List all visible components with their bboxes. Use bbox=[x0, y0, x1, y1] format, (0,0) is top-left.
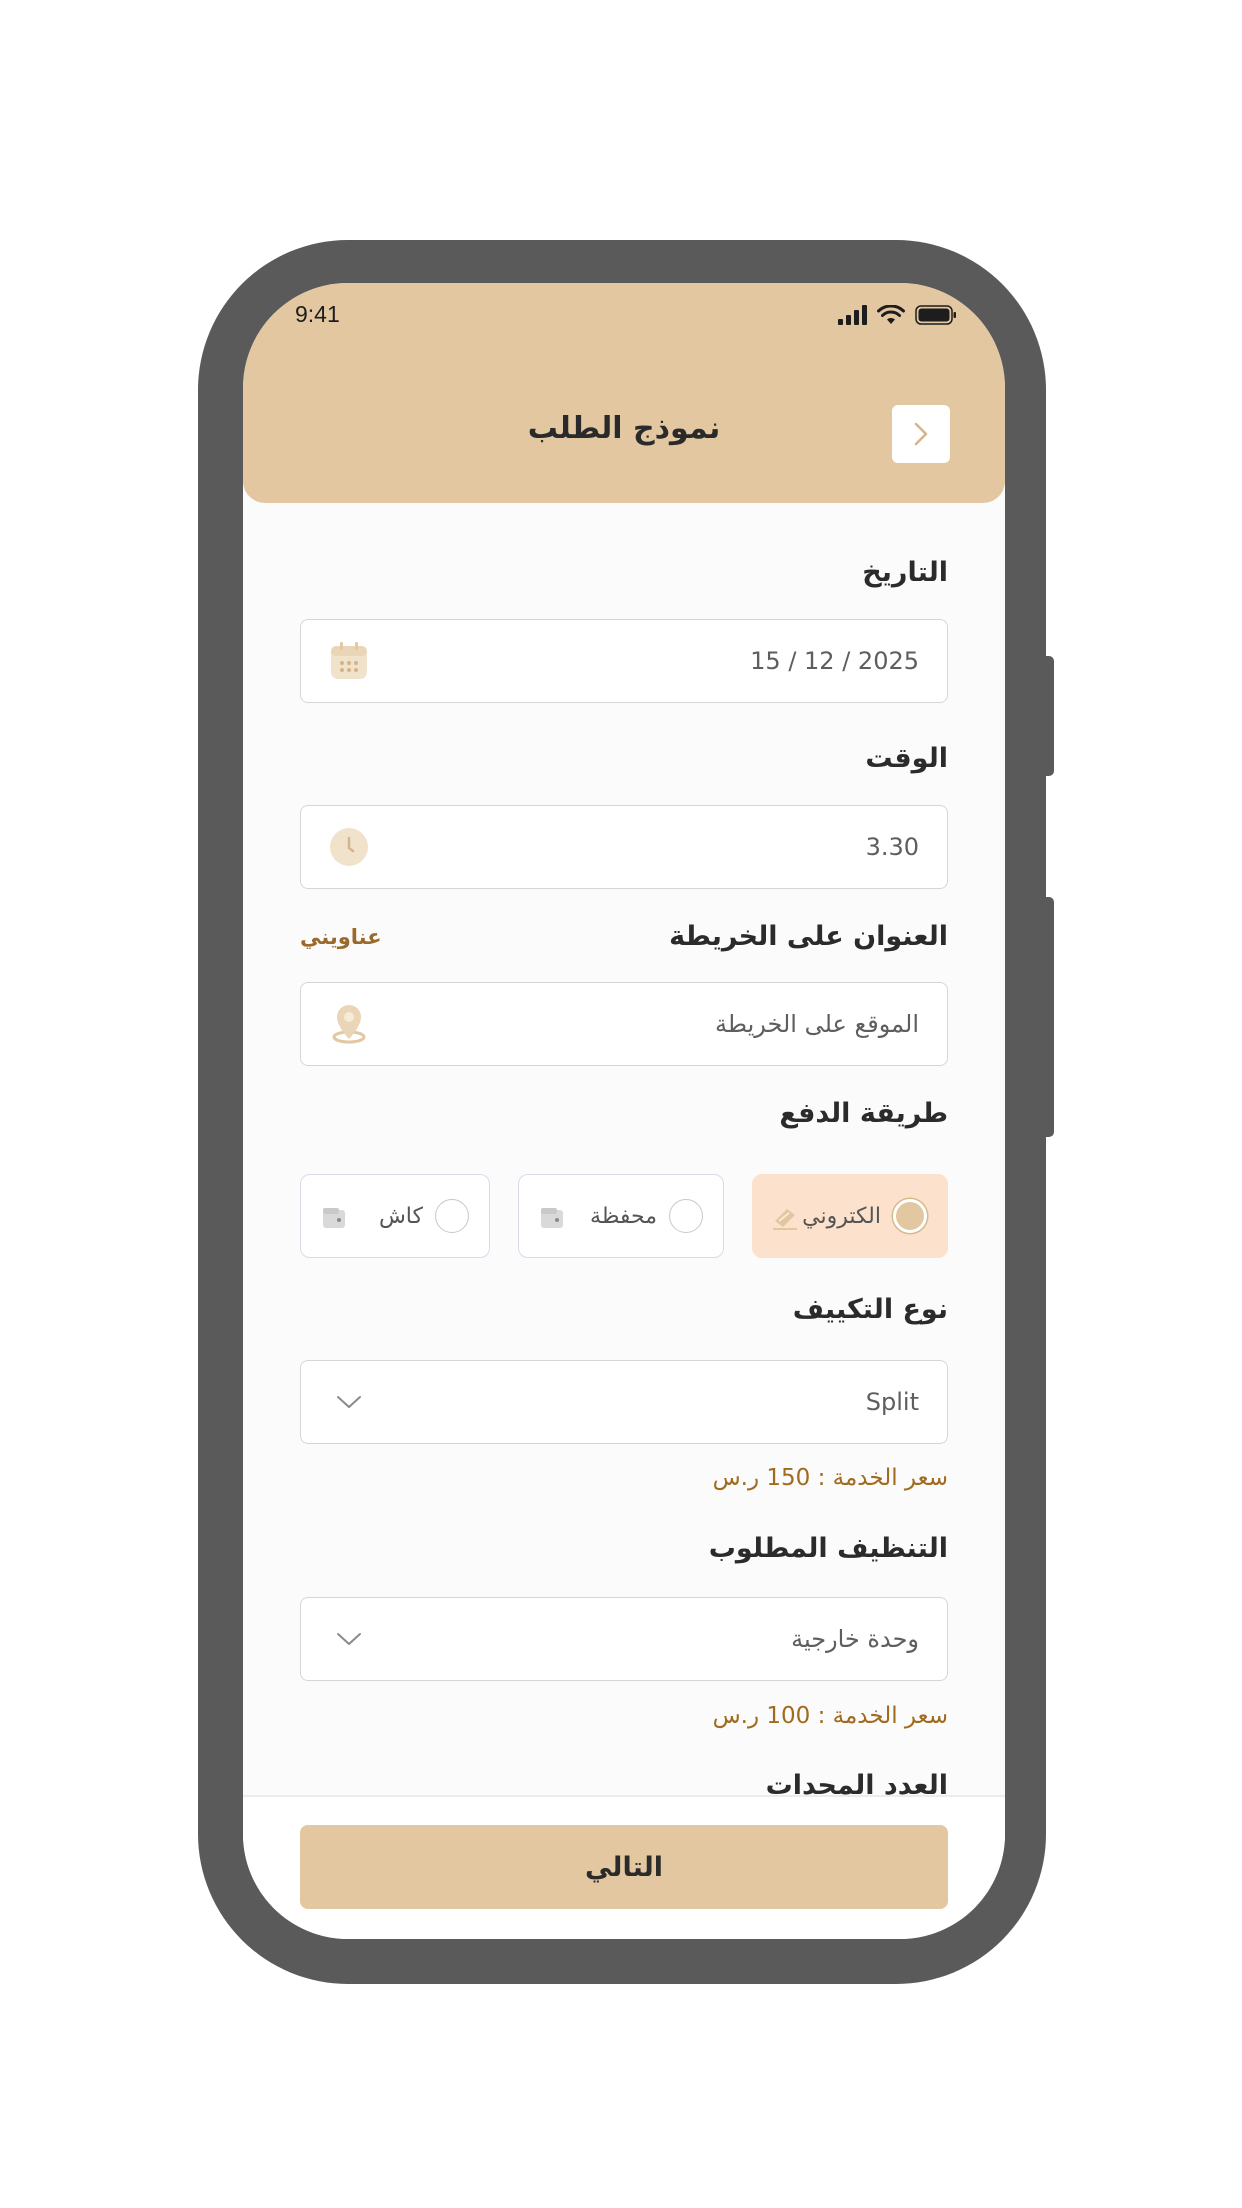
radio-selected[interactable] bbox=[893, 1199, 927, 1233]
ac-type-label: نوع التكييف bbox=[792, 1294, 948, 1325]
ac-type-select[interactable]: Split bbox=[300, 1360, 948, 1444]
payment-label: طريقة الدفع bbox=[779, 1098, 948, 1129]
wifi-icon bbox=[877, 305, 905, 324]
ac-type-value: Split bbox=[865, 1388, 919, 1416]
my-addresses-link[interactable]: عناويني bbox=[300, 925, 382, 949]
chevron-down-icon bbox=[329, 1382, 369, 1422]
time-value: 3.30 bbox=[865, 833, 919, 861]
date-label: التاريخ bbox=[862, 557, 948, 588]
map-location-placeholder: الموقع على الخريطة bbox=[715, 1010, 919, 1038]
date-field[interactable]: 2025 / 12 / 15 bbox=[300, 619, 948, 703]
map-location-field[interactable]: الموقع على الخريطة bbox=[300, 982, 948, 1066]
clock-icon bbox=[329, 827, 369, 867]
page-title: نموذج الطلب bbox=[527, 411, 721, 446]
map-pin-icon bbox=[329, 1004, 369, 1044]
cleaning-price: سعر الخدمة : 100 ر.س bbox=[712, 1703, 948, 1729]
screen: 9:41 نموذج الطلب التاريخ 2025 / 12 / 15 … bbox=[243, 283, 1005, 1939]
payment-option-label: الكتروني bbox=[802, 1204, 881, 1229]
chevron-down-icon bbox=[329, 1619, 369, 1659]
volume-button bbox=[1044, 656, 1054, 776]
address-label: العنوان على الخريطة bbox=[669, 921, 948, 952]
wallet-icon bbox=[319, 1203, 349, 1233]
time-field[interactable]: 3.30 bbox=[300, 805, 948, 889]
back-button[interactable] bbox=[892, 405, 950, 463]
calendar-icon bbox=[329, 641, 369, 681]
battery-icon bbox=[915, 305, 956, 325]
cleaning-value: وحدة خارجية bbox=[791, 1625, 919, 1653]
payment-option-electronic[interactable]: الكتروني bbox=[752, 1174, 948, 1258]
power-button bbox=[1044, 897, 1054, 1137]
ac-type-price: سعر الخدمة : 150 ر.س bbox=[712, 1465, 948, 1491]
date-value: 2025 / 12 / 15 bbox=[750, 647, 919, 675]
radio-unselected[interactable] bbox=[435, 1199, 469, 1233]
signal-icon bbox=[838, 305, 867, 325]
payment-option-label: كاش bbox=[378, 1204, 423, 1229]
status-icons bbox=[837, 305, 957, 325]
footer: التالي bbox=[243, 1795, 1005, 1939]
payment-option-label: محفظة bbox=[590, 1204, 657, 1229]
status-time: 9:41 bbox=[295, 301, 340, 327]
payment-option-wallet[interactable]: محفظة bbox=[518, 1174, 724, 1258]
next-button[interactable]: التالي bbox=[300, 1825, 948, 1909]
cleaning-label: التنظيف المطلوب bbox=[708, 1533, 948, 1564]
wallet-icon bbox=[537, 1203, 567, 1233]
time-label: الوقت bbox=[865, 743, 948, 774]
chevron-right-icon bbox=[914, 422, 928, 446]
header: 9:41 نموذج الطلب bbox=[243, 283, 1005, 503]
radio-unselected[interactable] bbox=[669, 1199, 703, 1233]
payment-option-cash[interactable]: كاش bbox=[300, 1174, 490, 1258]
card-icon bbox=[771, 1203, 801, 1233]
cleaning-select[interactable]: وحدة خارجية bbox=[300, 1597, 948, 1681]
